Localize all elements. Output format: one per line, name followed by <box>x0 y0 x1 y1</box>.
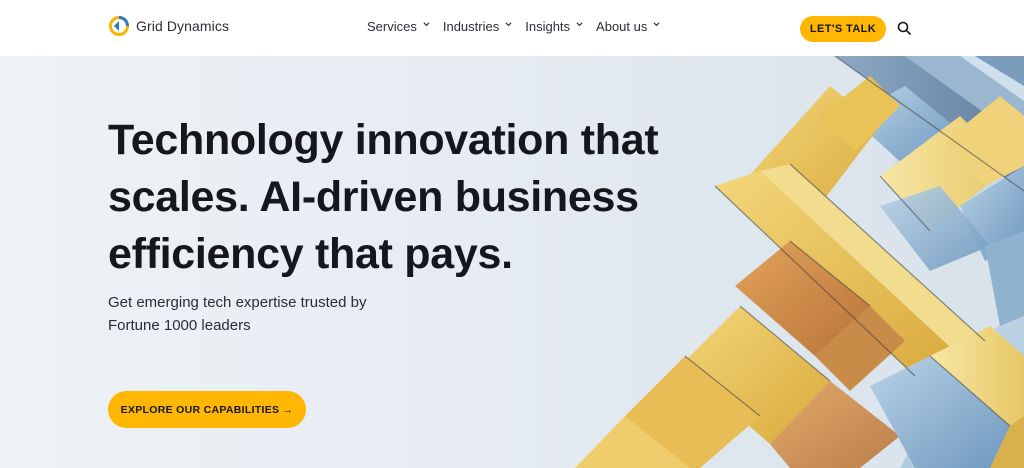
search-icon[interactable] <box>897 21 911 35</box>
main-nav: Services Industries Insights About us <box>367 19 673 34</box>
nav-item-industries[interactable]: Industries <box>443 19 512 34</box>
chevron-down-icon <box>505 22 512 27</box>
chevron-down-icon <box>423 22 430 27</box>
nav-item-about-us[interactable]: About us <box>596 19 660 34</box>
hero-subheadline-line: Get emerging tech expertise trusted by <box>108 294 367 311</box>
nav-item-label: Services <box>367 19 417 34</box>
nav-item-label: Insights <box>525 19 571 34</box>
lets-talk-button[interactable]: LET'S TALK <box>800 16 886 42</box>
hero-subheadline: Get emerging tech expertise trusted by F… <box>108 291 428 337</box>
explore-capabilities-button[interactable]: EXPLORE OUR CAPABILITIES → <box>108 391 306 428</box>
brand-name: Grid Dynamics <box>136 18 230 34</box>
nav-item-services[interactable]: Services <box>367 19 430 34</box>
hero-headline-line: Technology innovation that <box>108 116 659 164</box>
nav-item-label: About us <box>596 19 648 34</box>
site-header: Grid Dynamics Services Industries Insigh… <box>0 0 1024 56</box>
brand-logo[interactable]: Grid Dynamics <box>108 15 229 37</box>
grid-dynamics-logo-icon <box>109 16 129 36</box>
nav-item-label: Industries <box>442 19 500 34</box>
chevron-down-icon <box>576 22 583 27</box>
hero-section: Technology innovation that scales. AI-dr… <box>0 56 1024 468</box>
hero-headline: Technology innovation that scales. AI-dr… <box>108 112 688 283</box>
hero-headline-line: scales. AI-driven business <box>108 173 639 221</box>
hero-headline-line: efficiency that pays. <box>108 230 513 278</box>
nav-item-insights[interactable]: Insights <box>525 19 583 34</box>
hero-subheadline-line: Fortune 1000 leaders <box>108 317 251 334</box>
chevron-down-icon <box>653 22 660 27</box>
